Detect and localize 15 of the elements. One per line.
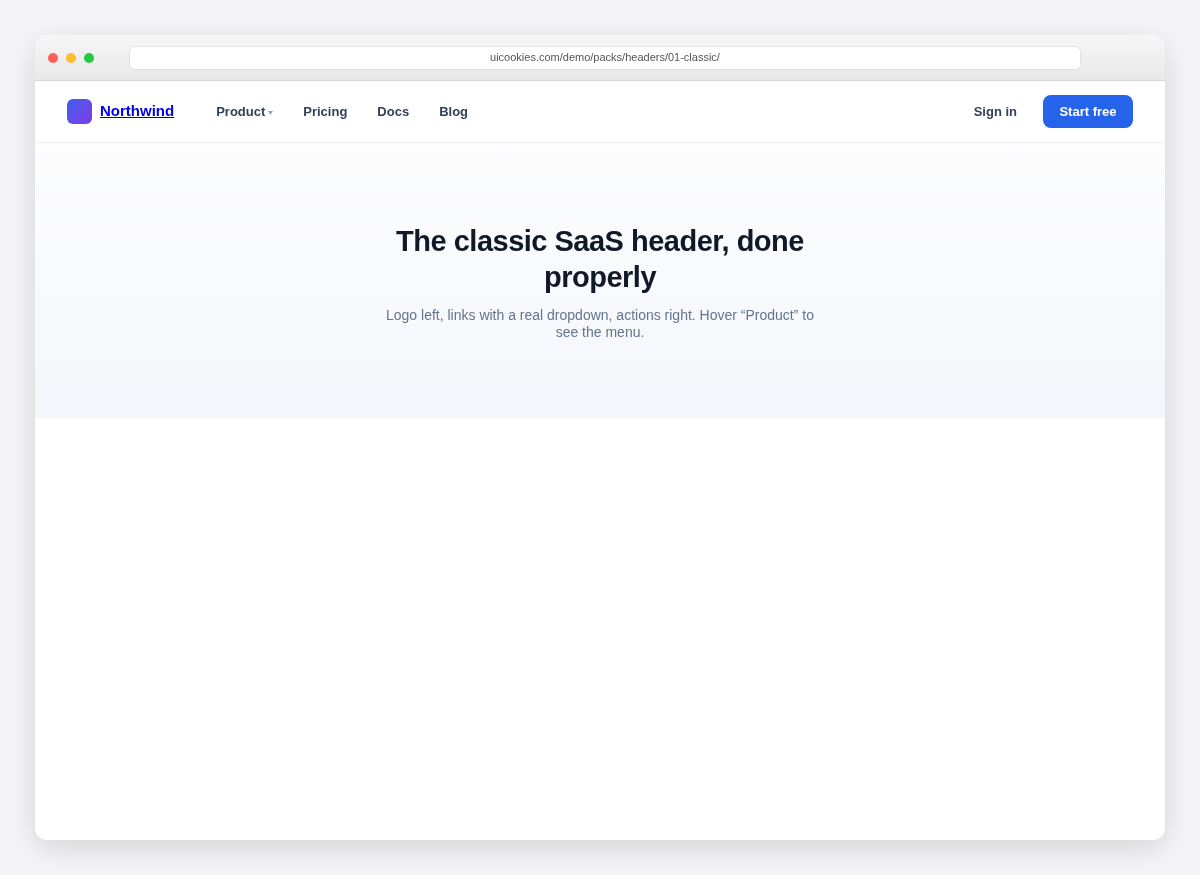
address-bar[interactable]: uicookies.com/demo/packs/headers/01-classic/: [129, 45, 1081, 70]
close-window-icon[interactable]: [48, 52, 58, 63]
caret-icon: [268, 111, 274, 115]
nav-link[interactable]: Blog: [439, 101, 469, 122]
logo-icon: [67, 99, 92, 124]
hero-title: The classic SaaS header, done properly: [395, 224, 805, 295]
nav-link[interactable]: Docs: [377, 101, 410, 122]
sign-in-link[interactable]: Sign in: [973, 101, 1017, 122]
brand-link[interactable]: Northwind: [100, 100, 175, 123]
minimize-window-icon[interactable]: [66, 52, 76, 63]
start-free-button[interactable]: Start free: [1043, 95, 1133, 128]
nav-link[interactable]: Pricing: [303, 101, 348, 122]
hero-subtitle: Logo left, links with a real dropdown, actions right. Hover “Product” to see the menu.: [385, 307, 815, 341]
nav-link[interactable]: Product: [216, 101, 274, 122]
maximize-window-icon[interactable]: [84, 52, 94, 63]
